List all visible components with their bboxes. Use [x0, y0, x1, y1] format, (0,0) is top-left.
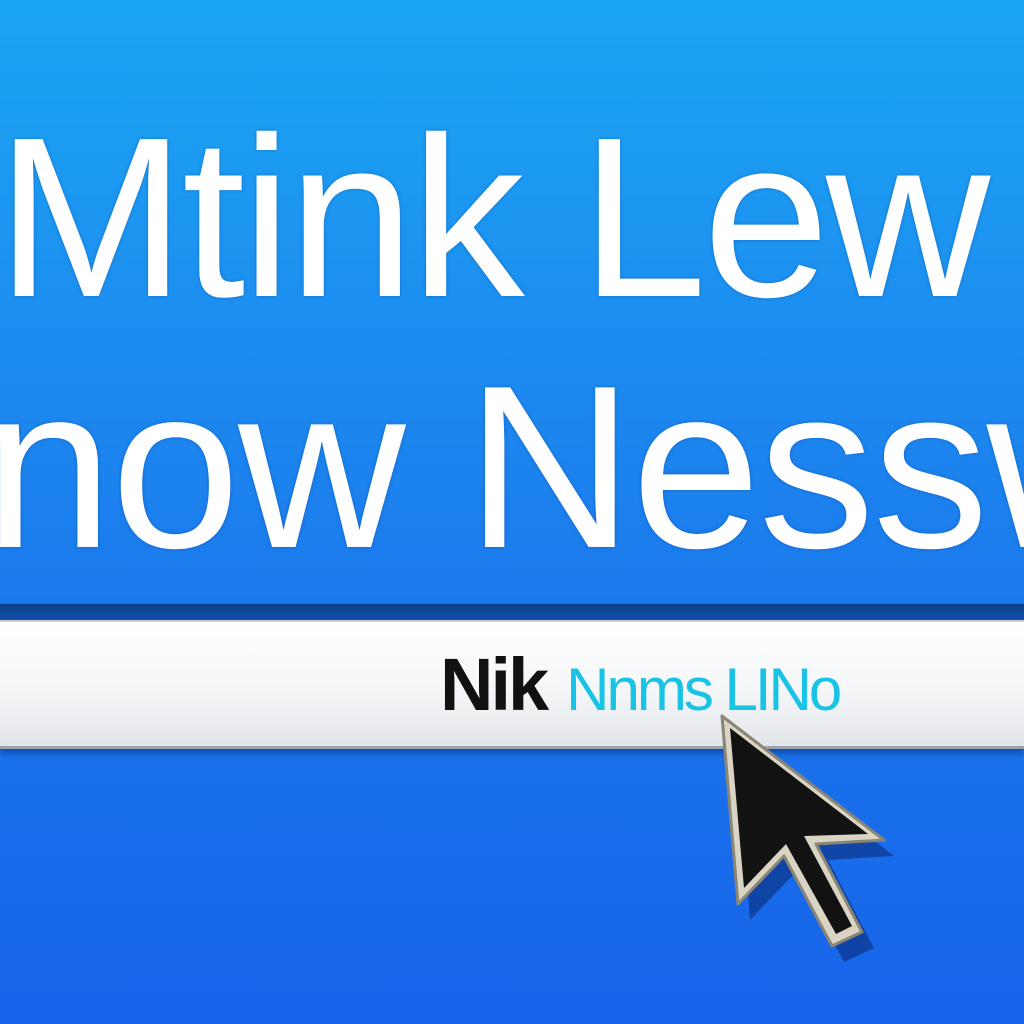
headline-line-2: now Nessw [0, 338, 1024, 597]
screen: Mtink Lew now Nessw Nik Nnms LINo [0, 0, 1024, 1024]
pointer-arrow-icon [720, 714, 894, 962]
brand-text-dark[interactable]: Nik [440, 648, 549, 722]
headline-line-1: Mtink Lew [0, 91, 990, 345]
